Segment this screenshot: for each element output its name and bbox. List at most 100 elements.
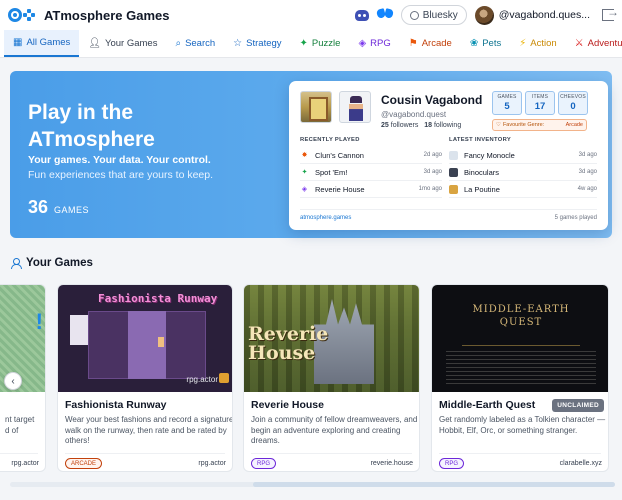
game-title[interactable]: Reverie House: [251, 399, 324, 411]
game-thumbnail: Fashionista Runway rpg.actor: [58, 285, 232, 392]
tab-strategy[interactable]: ☆ Strategy: [224, 30, 290, 57]
list-item[interactable]: ✸ Clun's Cannon 2d ago: [300, 147, 442, 164]
tab-pets[interactable]: ❀ Pets: [461, 30, 510, 57]
game-thumbnail-title: Fashionista Runway: [98, 292, 218, 305]
carousel-scrollbar-thumb[interactable]: [253, 482, 615, 487]
gamepad-icon: ◈: [301, 185, 308, 193]
game-card-reverie-house[interactable]: Reverie House Reverie House Join a commu…: [243, 284, 420, 472]
profile-banner-thumb: [300, 91, 332, 123]
game-thumbnail-title: Reverie House: [248, 323, 329, 364]
game-site[interactable]: reverie.house: [371, 460, 413, 467]
poutine-icon: [449, 184, 458, 194]
recently-played-list: ✸ Clun's Cannon 2d ago ✦ Spot 'Em! 3d ago ◈ R…: [300, 147, 442, 198]
list-item[interactable]: La Poutine 4w ago: [449, 181, 597, 198]
top-bar: ATmosphere Games Bluesky @vagabond.ques.…: [0, 0, 622, 30]
list-item[interactable]: Binoculars 3d ago: [449, 164, 597, 181]
bluesky-label: Bluesky: [422, 9, 458, 21]
profile-handle: @vagabond.quest: [381, 110, 447, 119]
game-thumbnail-title: MIDDLE-EARTH QUEST: [472, 304, 570, 328]
profile-follow-counts: 25 followers 18 following: [381, 122, 462, 129]
game-desc: Join a community of fellow dreamweavers,…: [251, 415, 418, 445]
profile-name[interactable]: Cousin Vagabond: [381, 93, 482, 107]
list-item[interactable]: ◈ Reverie House 1mo ago: [300, 181, 442, 198]
hero-title: Play in the ATmosphere: [28, 101, 155, 151]
user-handle: @vagabond.ques...: [498, 9, 590, 21]
recently-played-heading: RECENTLY PLAYED: [300, 137, 360, 143]
profile-avatar[interactable]: [339, 91, 371, 123]
game-thumbnail: Reverie House: [244, 285, 419, 392]
genre-tag-arcade[interactable]: ARCADE: [65, 458, 103, 469]
cannon-icon: ✸: [301, 151, 308, 159]
genre-tag-rpg[interactable]: RPG: [439, 458, 465, 469]
game-title[interactable]: Fashionista Runway: [65, 399, 167, 411]
profile-footer: atmosphere.games 5 games played: [300, 209, 597, 221]
game-title[interactable]: Middle-Earth Quest: [439, 399, 535, 411]
game-desc: Get randomly labeled as a Tolkien charac…: [439, 415, 606, 435]
gamepad-icon: ◈: [358, 37, 367, 49]
bluesky-icon[interactable]: [377, 9, 393, 21]
monocle-icon: [449, 150, 458, 160]
sword-icon: ⚔: [574, 37, 584, 49]
game-desc: nt target d of: [5, 415, 35, 435]
bluesky-button[interactable]: Bluesky: [400, 5, 467, 25]
hero-subtitle: Fun experiences that are yours to keep.: [28, 169, 214, 181]
profile-card: Cousin Vagabond @vagabond.quest 25 follo…: [289, 81, 608, 230]
genre-tag-rpg[interactable]: RPG: [251, 458, 277, 469]
game-card-middle-earth-quest[interactable]: MIDDLE-EARTH QUEST Middle-Earth Quest UN…: [431, 284, 609, 472]
tab-search[interactable]: ⌕ Search: [166, 30, 224, 57]
tab-your-games[interactable]: 👤︎ Your Games: [79, 30, 166, 57]
game-desc: Wear your best fashions and record a sig…: [65, 415, 233, 445]
games-played-count: 5 games played: [554, 215, 597, 221]
unclaimed-badge: UNCLAIMED: [552, 399, 604, 412]
game-count: 36 GAMES: [28, 197, 89, 218]
logout-icon[interactable]: [602, 5, 619, 21]
bluesky-status-icon: [409, 10, 419, 20]
profile-stats: GAMES 5 ITEMS 17 CHEEVOS 0: [492, 91, 588, 115]
game-count-number: 36: [28, 197, 49, 217]
puzzle-icon: ✦: [299, 37, 308, 49]
paw-icon: ❀: [469, 37, 479, 49]
app-logo-icon[interactable]: [8, 6, 38, 24]
tab-puzzle[interactable]: ✦ Puzzle: [291, 30, 350, 57]
stat-cheevos: CHEEVOS 0: [558, 91, 588, 115]
hero-tagline: Your games. Your data. Your control.: [28, 154, 211, 166]
tab-all-games[interactable]: ▦ All Games: [4, 30, 80, 57]
puzzle-icon: ✦: [301, 168, 308, 176]
arcade-icon: ⚑: [408, 37, 418, 49]
tab-arcade[interactable]: ⚑ Arcade: [400, 30, 461, 57]
game-card-fashionista-runway[interactable]: Fashionista Runway rpg.actor Fashionista…: [57, 284, 233, 472]
game-site[interactable]: clarabelle.xyz: [560, 460, 602, 467]
binoculars-icon: [449, 167, 458, 177]
game-site[interactable]: rpg.actor: [11, 460, 39, 467]
heart-icon: ♡: [496, 122, 501, 128]
category-tabs: ▦ All Games 👤︎ Your Games ⌕ Search ☆ Strateg…: [0, 30, 622, 58]
discord-icon[interactable]: [354, 9, 369, 21]
avatar: [474, 5, 494, 25]
your-games-heading: Your Games: [11, 257, 93, 269]
favourite-genre-badge: ♡ Favourite Genre: Arcade: [492, 119, 587, 131]
search-icon: ⌕: [175, 37, 182, 49]
user-menu[interactable]: @vagabond.ques...: [474, 5, 590, 25]
list-item[interactable]: ✦ Spot 'Em! 3d ago: [300, 164, 442, 181]
game-count-label: GAMES: [54, 205, 90, 215]
app-title[interactable]: ATmosphere Games: [44, 8, 169, 23]
grid-icon: ▦: [13, 36, 23, 48]
latest-inventory-list: Fancy Monocle 3d ago Binoculars 3d ago La …: [449, 147, 597, 198]
stat-items: ITEMS 17: [525, 91, 555, 115]
stat-games: GAMES 5: [492, 91, 522, 115]
person-icon: 👤︎: [88, 37, 101, 49]
tab-adventure[interactable]: ⚔Adventure: [566, 30, 622, 57]
chevron-left-icon: ‹: [11, 375, 15, 387]
person-icon: [11, 258, 22, 269]
game-thumbnail: MIDDLE-EARTH QUEST: [432, 285, 608, 392]
game-thumbnail-badge: rpg.actor: [186, 375, 218, 384]
tab-rpg[interactable]: ◈ RPG: [349, 30, 399, 57]
scroll-left-button[interactable]: ‹: [4, 372, 22, 390]
tab-action[interactable]: ⚡︎ Action: [510, 30, 565, 57]
game-site[interactable]: rpg.actor: [198, 460, 226, 467]
star-icon: ☆: [233, 37, 243, 49]
list-item[interactable]: Fancy Monocle 3d ago: [449, 147, 597, 164]
profile-site-link[interactable]: atmosphere.games: [300, 215, 351, 221]
lightning-icon: ⚡︎: [519, 37, 527, 49]
latest-inventory-heading: LATEST INVENTORY: [449, 137, 512, 143]
